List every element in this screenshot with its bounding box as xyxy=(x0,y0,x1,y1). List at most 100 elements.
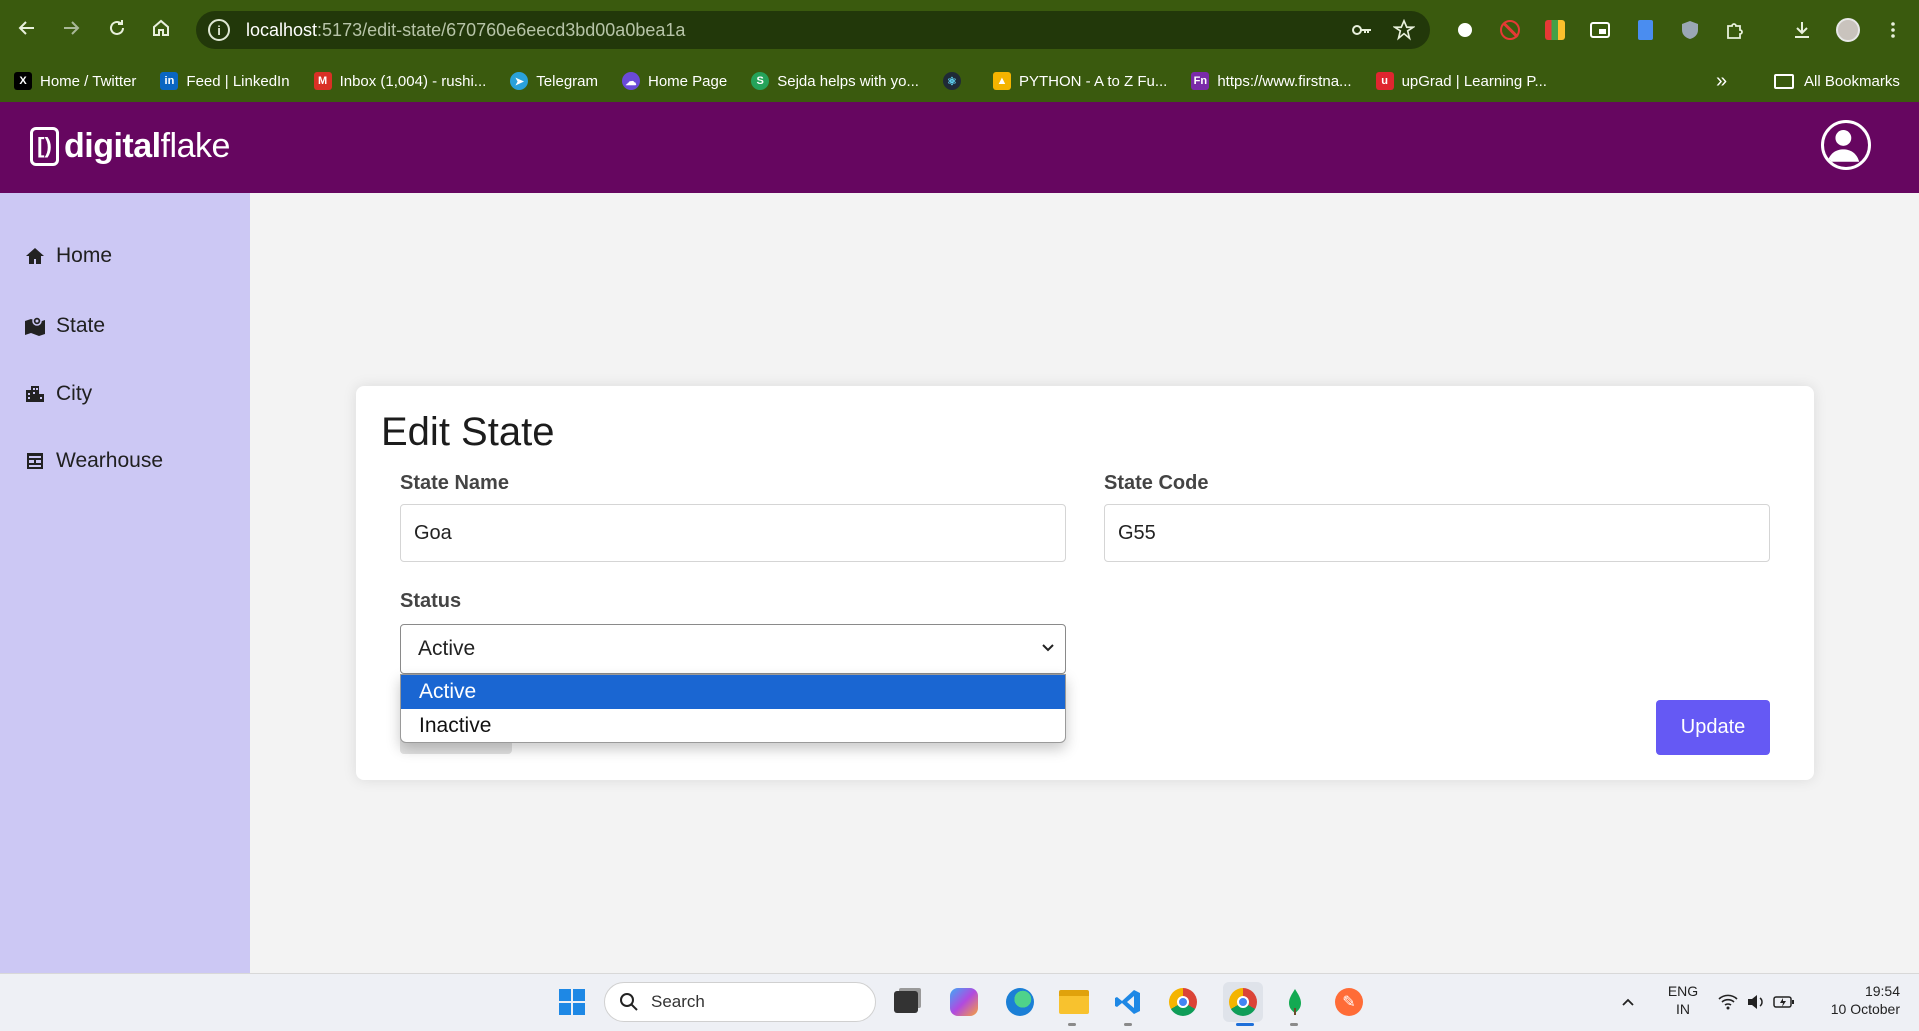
status-selected-value: Active xyxy=(418,637,476,660)
download-icon[interactable] xyxy=(1790,18,1814,42)
sidebar-item-wearhouse[interactable]: Wearhouse xyxy=(24,444,163,478)
status-option-inactive[interactable]: Inactive xyxy=(401,709,1065,742)
bookmark-twitter[interactable]: X Home / Twitter xyxy=(0,66,146,96)
sidebar-item-label: City xyxy=(56,382,93,405)
extension-circle-icon[interactable] xyxy=(1453,18,1477,42)
taskbar-search[interactable]: Search xyxy=(604,982,876,1022)
password-key-icon[interactable] xyxy=(1350,18,1374,42)
sidebar-item-city[interactable]: City xyxy=(24,377,92,411)
file-explorer-icon[interactable] xyxy=(1058,986,1090,1018)
block-icon[interactable] xyxy=(1498,18,1522,42)
back-button[interactable] xyxy=(12,13,42,43)
all-bookmarks-button[interactable]: All Bookmarks xyxy=(1774,66,1900,96)
status-label: Status xyxy=(400,590,462,612)
url-text: localhost:5173/edit-state/670760e6eecd3b… xyxy=(246,19,686,40)
site-info-icon[interactable]: i xyxy=(208,19,230,41)
wifi-icon[interactable] xyxy=(1716,986,1740,1018)
logo-mark: [) xyxy=(30,126,59,166)
windows-start-icon[interactable] xyxy=(556,986,588,1018)
shield-extension-icon[interactable] xyxy=(1678,18,1702,42)
clock-time: 19:54 xyxy=(1864,983,1900,999)
react-icon: ⚛ xyxy=(942,72,961,90)
tray-chevron-up-icon[interactable] xyxy=(1618,986,1638,1018)
status-select[interactable]: Active xyxy=(400,624,1066,674)
search-placeholder: Search xyxy=(651,992,705,1011)
reload-button[interactable] xyxy=(102,13,132,43)
city-icon xyxy=(24,383,46,405)
house-icon xyxy=(153,19,169,36)
status-option-active[interactable]: Active xyxy=(401,675,1065,709)
chrome-icon[interactable] xyxy=(1167,986,1199,1018)
bookmark-home-page[interactable]: ☁ Home Page xyxy=(608,66,737,96)
copilot-icon[interactable] xyxy=(948,986,980,1018)
edge-icon[interactable] xyxy=(1004,986,1036,1018)
color-extension-icon[interactable] xyxy=(1543,18,1567,42)
bookmark-star-icon[interactable] xyxy=(1392,18,1416,42)
status-dropdown-list: Active Inactive xyxy=(400,674,1066,743)
language-code: ENG xyxy=(1667,983,1699,999)
linkedin-icon: in xyxy=(160,72,179,90)
warehouse-icon xyxy=(24,450,46,472)
running-indicator xyxy=(1124,1023,1132,1026)
arrow-left-icon xyxy=(18,21,34,35)
x-icon: X xyxy=(14,72,32,90)
search-icon xyxy=(620,993,638,1011)
chevron-down-icon xyxy=(1042,644,1054,652)
menu-dots-icon[interactable] xyxy=(1881,18,1905,42)
vscode-icon[interactable] xyxy=(1112,986,1144,1018)
gmail-icon: M xyxy=(313,72,332,90)
folder-icon xyxy=(1774,73,1794,89)
address-bar[interactable]: i localhost:5173/edit-state/670760e6eecd… xyxy=(196,11,1430,49)
bookmark-react[interactable]: ⚛ xyxy=(929,66,979,96)
state-code-input[interactable]: G55 xyxy=(1104,504,1770,562)
chrome-profile-icon[interactable] xyxy=(1223,982,1263,1022)
forward-button[interactable] xyxy=(56,13,86,43)
page-title: Edit State xyxy=(381,410,555,454)
update-button[interactable]: Update xyxy=(1656,700,1770,755)
map-icon xyxy=(24,315,46,337)
volume-icon[interactable] xyxy=(1744,986,1768,1018)
active-indicator xyxy=(1236,1023,1254,1026)
profile-avatar-icon[interactable] xyxy=(1836,18,1860,42)
bookmarks-bar: X Home / Twitter in Feed | LinkedIn M Inbox… xyxy=(0,60,1919,102)
user-profile-icon[interactable] xyxy=(1821,120,1871,170)
home-button[interactable] xyxy=(146,13,176,43)
sidebar-item-label: State xyxy=(56,314,106,337)
sidebar-item-label: Wearhouse xyxy=(56,449,164,472)
logo-text: digitalflake xyxy=(64,126,230,165)
sidebar-item-state[interactable]: State xyxy=(24,309,105,343)
reload-icon xyxy=(110,20,124,35)
battery-icon[interactable] xyxy=(1772,986,1796,1018)
picture-in-picture-icon[interactable] xyxy=(1588,18,1612,42)
document-extension-icon[interactable] xyxy=(1633,18,1657,42)
sidebar-item-home[interactable]: Home xyxy=(24,239,112,273)
state-name-input[interactable]: Goa xyxy=(400,504,1066,562)
bookmark-gmail[interactable]: M Inbox (1,004) - rushi... xyxy=(300,66,497,96)
bookmark-telegram[interactable]: ➤ Telegram xyxy=(496,66,608,96)
app-header xyxy=(0,102,1919,193)
puzzle-extensions-icon[interactable] xyxy=(1723,18,1747,42)
region-code: IN xyxy=(1676,1001,1690,1017)
upgrad-icon: u xyxy=(1375,72,1394,90)
bookmark-sejda[interactable]: S Sejda helps with yo... xyxy=(737,66,929,96)
language-indicator[interactable]: ENG IN xyxy=(1663,982,1703,1018)
fn-icon: Fn xyxy=(1191,72,1210,90)
postman-icon[interactable]: ✎ xyxy=(1333,986,1365,1018)
bookmarks-overflow-icon[interactable]: » xyxy=(1716,70,1727,93)
running-indicator xyxy=(1068,1023,1076,1026)
task-view-icon[interactable] xyxy=(890,986,922,1018)
drive-icon: ▲ xyxy=(992,72,1011,90)
state-code-label: State Code xyxy=(1104,472,1209,494)
state-name-label: State Name xyxy=(400,472,509,494)
sidebar-item-label: Home xyxy=(56,244,113,267)
bookmark-upgrad[interactable]: u upGrad | Learning P... xyxy=(1362,66,1557,96)
digitalflake-logo[interactable]: [) digitalflake xyxy=(30,126,230,166)
clock-date: 10 October xyxy=(1830,1001,1900,1017)
bookmark-python[interactable]: ▲ PYTHON - A to Z Fu... xyxy=(979,66,1177,96)
mongodb-icon[interactable] xyxy=(1279,986,1311,1018)
arrow-right-icon xyxy=(64,21,80,35)
bookmark-firstnaukri[interactable]: Fn https://www.firstna... xyxy=(1177,66,1361,96)
bookmark-linkedin[interactable]: in Feed | LinkedIn xyxy=(146,66,299,96)
clock[interactable]: 19:54 10 October xyxy=(1814,982,1900,1018)
cloud-icon: ☁ xyxy=(622,72,640,90)
